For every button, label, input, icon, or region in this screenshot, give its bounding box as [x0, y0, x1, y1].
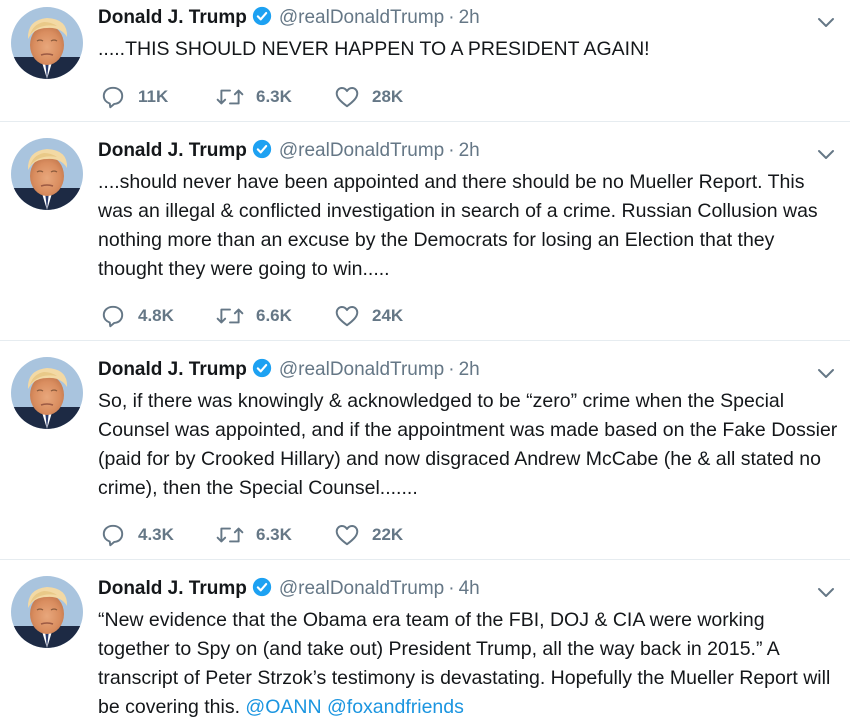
avatar-image	[11, 138, 83, 210]
reply-button[interactable]: 11K	[100, 84, 168, 110]
like-count: 24K	[372, 306, 404, 325]
retweet-icon	[216, 527, 244, 543]
author-handle[interactable]: @realDonaldTrump	[279, 359, 444, 380]
reply-button[interactable]: 4.8K	[100, 303, 174, 329]
reply-icon	[102, 524, 124, 547]
chevron-down-icon[interactable]	[814, 10, 838, 34]
author-name[interactable]: Donald J. Trump	[98, 359, 247, 380]
separator-dot: ·	[448, 578, 455, 599]
avatar[interactable]	[11, 138, 83, 210]
author-name[interactable]: Donald J. Trump	[98, 578, 247, 599]
author-name[interactable]: Donald J. Trump	[98, 140, 247, 161]
verified-badge-icon	[252, 358, 272, 378]
reply-count: 4.8K	[138, 306, 174, 325]
mention-link-oann[interactable]: @OANN	[245, 696, 321, 718]
retweet-button[interactable]: 6.3K	[216, 522, 292, 548]
mention-link-foxandfriends[interactable]: @foxandfriends	[327, 696, 464, 718]
author-handle[interactable]: @realDonaldTrump	[279, 140, 444, 161]
tweet-feed: Donald J. Trump @realDonaldTrump · 2h .....…	[0, 0, 850, 719]
avatar[interactable]	[11, 576, 83, 648]
retweet-count: 6.3K	[256, 87, 292, 106]
tweet-header: Donald J. Trump @realDonaldTrump · 2h	[98, 139, 480, 163]
reply-count: 4.3K	[138, 525, 174, 544]
tweet-text: “New evidence that the Obama era team of…	[98, 606, 840, 719]
tweet-header: Donald J. Trump @realDonaldTrump · 4h	[98, 577, 480, 601]
separator-dot: ·	[448, 140, 455, 161]
verified-badge-icon	[252, 577, 272, 597]
tweet-header: Donald J. Trump @realDonaldTrump · 2h	[98, 358, 480, 382]
retweet-icon	[216, 89, 244, 105]
tweet-text: .....THIS SHOULD NEVER HAPPEN TO A PRESI…	[98, 38, 650, 60]
author-handle[interactable]: @realDonaldTrump	[279, 578, 444, 599]
retweet-count: 6.6K	[256, 306, 292, 325]
tweet-text-body: “New evidence that the Obama era team of…	[98, 609, 836, 718]
retweet-icon	[216, 308, 244, 324]
tweet[interactable]: Donald J. Trump @realDonaldTrump · 4h “New …	[0, 560, 850, 719]
tweet-time[interactable]: 2h	[459, 140, 480, 161]
reply-button[interactable]: 4.3K	[100, 522, 174, 548]
avatar-image	[11, 576, 83, 648]
avatar-image	[11, 357, 83, 429]
retweet-button[interactable]: 6.3K	[216, 84, 292, 110]
avatar[interactable]	[11, 357, 83, 429]
tweet-header: Donald J. Trump @realDonaldTrump · 2h	[98, 6, 480, 30]
separator-dot: ·	[448, 7, 455, 28]
avatar-image	[11, 7, 83, 79]
tweet[interactable]: Donald J. Trump @realDonaldTrump · 2h .....…	[0, 0, 850, 121]
reply-icon	[102, 86, 124, 109]
like-icon	[335, 525, 359, 546]
reply-icon	[102, 305, 124, 328]
tweet[interactable]: Donald J. Trump @realDonaldTrump · 2h ....s…	[0, 122, 850, 340]
retweet-button[interactable]: 6.6K	[216, 303, 292, 329]
like-count: 22K	[372, 525, 404, 544]
chevron-down-icon[interactable]	[814, 142, 838, 166]
like-icon	[335, 306, 359, 327]
chevron-down-icon[interactable]	[814, 580, 838, 604]
reply-count: 11K	[138, 87, 169, 106]
author-handle[interactable]: @realDonaldTrump	[279, 7, 444, 28]
separator-dot: ·	[448, 359, 455, 380]
author-name[interactable]: Donald J. Trump	[98, 7, 247, 28]
avatar[interactable]	[11, 7, 83, 79]
tweet-text: So, if there was knowingly & acknowledge…	[98, 390, 843, 499]
like-button[interactable]: 24K	[334, 303, 403, 329]
tweet-time[interactable]: 2h	[459, 359, 480, 380]
tweet-time[interactable]: 4h	[459, 578, 480, 599]
like-button[interactable]: 28K	[334, 84, 403, 110]
tweet[interactable]: Donald J. Trump @realDonaldTrump · 2h So, i…	[0, 341, 850, 559]
retweet-count: 6.3K	[256, 525, 292, 544]
like-button[interactable]: 22K	[334, 522, 403, 548]
tweet-text: ....should never have been appointed and…	[98, 171, 824, 280]
like-icon	[335, 87, 359, 108]
tweet-time[interactable]: 2h	[459, 7, 480, 28]
verified-badge-icon	[252, 6, 272, 26]
like-count: 28K	[372, 87, 404, 106]
chevron-down-icon[interactable]	[814, 361, 838, 385]
verified-badge-icon	[252, 139, 272, 159]
